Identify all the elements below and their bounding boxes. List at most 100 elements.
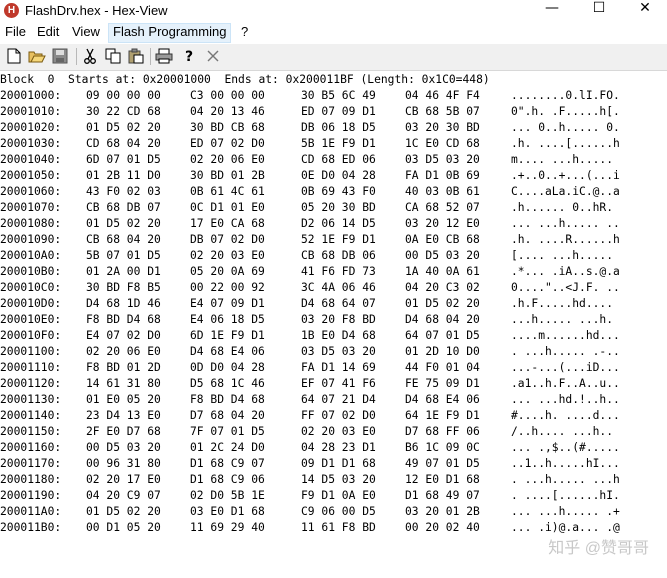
hex-row[interactable]: 20001100: 02 20 06 E0 D4 68 E4 06 03 D5 03 … xyxy=(0,344,667,360)
hex-group-1: 5B 07 01 D5 xyxy=(86,249,161,262)
hex-row[interactable]: 20001120: 14 61 31 80 D5 68 1C 46 EF 07 41 … xyxy=(0,376,667,392)
hex-group-4: 03 D5 03 20 xyxy=(405,153,480,166)
hex-group-3: 1B E0 D4 68 xyxy=(301,329,376,342)
hex-row[interactable]: 20001030: CD 68 04 20 ED 07 02 D0 5B 1E F9 … xyxy=(0,136,667,152)
hex-row[interactable]: 200010B0: 01 2A 00 D1 05 20 0A 69 41 F6 FD … xyxy=(0,264,667,280)
hex-group-1: 6D 07 01 D5 xyxy=(86,153,161,166)
hex-group-3: CD 68 ED 06 xyxy=(301,153,376,166)
hex-group-4: CA 68 52 07 xyxy=(405,201,480,214)
menu-edit[interactable]: Edit xyxy=(33,24,63,42)
menu-flash-programming[interactable]: Flash Programming xyxy=(108,23,232,43)
ascii-text: ... ...h..... .. xyxy=(511,217,620,230)
hex-group-2: 30 BD CB 68 xyxy=(190,121,265,134)
ascii-text: .h. ....[......h xyxy=(511,137,620,150)
hex-row[interactable]: 20001050: 01 2B 11 D0 30 BD 01 2B 0E D0 04 … xyxy=(0,168,667,184)
ascii-text: . ...h..... .-.. xyxy=(511,345,620,358)
close-button[interactable]: ✕ xyxy=(622,0,667,22)
hex-address: 20001080: xyxy=(0,217,62,230)
hex-row[interactable]: 200010C0: 30 BD F8 B5 00 22 00 92 3C 4A 06 … xyxy=(0,280,667,296)
help-icon[interactable]: ? xyxy=(180,47,198,65)
hex-group-4: 40 03 0B 61 xyxy=(405,185,480,198)
menu-view[interactable]: View xyxy=(68,24,104,42)
hex-group-2: D4 68 E4 06 xyxy=(190,345,265,358)
hex-group-2: F8 BD D4 68 xyxy=(190,393,265,406)
hex-row[interactable]: 20001140: 23 D4 13 E0 D7 68 04 20 FF 07 02 … xyxy=(0,408,667,424)
hex-group-2: D1 68 C9 06 xyxy=(190,473,265,486)
menu-bar: File Edit View Flash Programming ? xyxy=(0,23,667,43)
hex-row[interactable]: 20001010: 30 22 CD 68 04 20 13 46 ED 07 09 … xyxy=(0,104,667,120)
hex-group-3: DB 06 18 D5 xyxy=(301,121,376,134)
paste-icon[interactable] xyxy=(127,47,145,65)
hex-group-3: C9 06 00 D5 xyxy=(301,505,376,518)
new-file-icon[interactable] xyxy=(5,47,23,65)
hex-row[interactable]: 20001170: 00 96 31 80 D1 68 C9 07 09 D1 D1 … xyxy=(0,456,667,472)
hex-row[interactable]: 20001060: 43 F0 02 03 0B 61 4C 61 0B 69 43 … xyxy=(0,184,667,200)
close-x-icon[interactable] xyxy=(204,47,222,65)
hex-group-1: 00 D1 05 20 xyxy=(86,521,161,534)
hex-row[interactable]: 20001020: 01 D5 02 20 30 BD CB 68 DB 06 18 … xyxy=(0,120,667,136)
hex-group-1: E4 07 02 D0 xyxy=(86,329,161,342)
hex-row[interactable]: 20001110: F8 BD 01 2D 0D D0 04 28 FA D1 14 … xyxy=(0,360,667,376)
hex-address: 20001110: xyxy=(0,361,62,374)
hex-group-1: 09 00 00 00 xyxy=(86,89,161,102)
hex-group-1: 23 D4 13 E0 xyxy=(86,409,161,422)
hex-row[interactable]: 20001090: CB 68 04 20 DB 07 02 D0 52 1E F9 … xyxy=(0,232,667,248)
hex-address: 20001170: xyxy=(0,457,62,470)
minimize-button[interactable]: — xyxy=(529,0,575,22)
hex-group-3: 05 20 30 BD xyxy=(301,201,376,214)
menu-file[interactable]: File xyxy=(1,24,30,42)
maximize-button[interactable]: ☐ xyxy=(576,0,622,22)
hex-row[interactable]: 20001150: 2F E0 D7 68 7F 07 01 D5 02 20 03 … xyxy=(0,424,667,440)
hex-group-4: D7 68 FF 06 xyxy=(405,425,480,438)
hex-address: 20001100: xyxy=(0,345,62,358)
hex-group-3: 30 B5 6C 49 xyxy=(301,89,376,102)
hex-group-4: 00 D5 03 20 xyxy=(405,249,480,262)
hex-group-4: 03 20 01 2B xyxy=(405,505,480,518)
hex-row[interactable]: 20001000: 09 00 00 00 C3 00 00 00 30 B5 6C … xyxy=(0,88,667,104)
hex-row[interactable]: 200010F0: E4 07 02 D0 6D 1E F9 D1 1B E0 D4 … xyxy=(0,328,667,344)
hex-group-4: 49 07 01 D5 xyxy=(405,457,480,470)
ascii-text: .a1..h.F..A..u.. xyxy=(511,377,620,390)
hex-row[interactable]: 200010E0: F8 BD D4 68 E4 06 18 D5 03 20 F8 … xyxy=(0,312,667,328)
hex-row[interactable]: 200010A0: 5B 07 01 D5 02 20 03 E0 CB 68 DB … xyxy=(0,248,667,264)
print-icon[interactable] xyxy=(155,47,173,65)
save-disk-icon[interactable] xyxy=(51,47,69,65)
hex-address: 200010A0: xyxy=(0,249,62,262)
hex-row[interactable]: 20001180: 02 20 17 E0 D1 68 C9 06 14 D5 03 … xyxy=(0,472,667,488)
hex-group-1: CD 68 04 20 xyxy=(86,137,161,150)
hex-group-4: 00 20 02 40 xyxy=(405,521,480,534)
hex-address: 20001150: xyxy=(0,425,62,438)
hex-row[interactable]: 20001130: 01 E0 05 20 F8 BD D4 68 64 07 21 … xyxy=(0,392,667,408)
hex-address: 20001160: xyxy=(0,441,62,454)
menu-help[interactable]: ? xyxy=(237,24,252,42)
hex-group-1: 30 BD F8 B5 xyxy=(86,281,161,294)
copy-icon[interactable] xyxy=(104,47,122,65)
open-folder-icon[interactable] xyxy=(28,47,46,65)
hex-row[interactable]: 20001070: CB 68 DB 07 0C D1 01 E0 05 20 30 … xyxy=(0,200,667,216)
hex-group-4: FE 75 09 D1 xyxy=(405,377,480,390)
ascii-text: #....h. ....d... xyxy=(511,409,620,422)
hex-group-1: 01 D5 02 20 xyxy=(86,505,161,518)
hex-group-1: 01 D5 02 20 xyxy=(86,217,161,230)
hex-group-3: ED 07 09 D1 xyxy=(301,105,376,118)
cut-scissors-icon[interactable] xyxy=(81,47,99,65)
hex-address: 20001120: xyxy=(0,377,62,390)
hex-row[interactable]: 20001160: 00 D5 03 20 01 2C 24 D0 04 28 23 … xyxy=(0,440,667,456)
hex-group-1: D4 68 1D 46 xyxy=(86,297,161,310)
ascii-text: .h...... 0..hR. xyxy=(511,201,614,214)
hex-row[interactable]: 200011A0: 01 D5 02 20 03 E0 D1 68 C9 06 00 … xyxy=(0,504,667,520)
hex-group-4: 1C E0 CD 68 xyxy=(405,137,480,150)
hex-view[interactable]: Block 0 Starts at: 0x20001000 Ends at: 0… xyxy=(0,72,667,578)
hex-group-2: 30 BD 01 2B xyxy=(190,169,265,182)
hex-group-1: 02 20 06 E0 xyxy=(86,345,161,358)
hex-group-1: 01 E0 05 20 xyxy=(86,393,161,406)
hex-row[interactable]: 20001040: 6D 07 01 D5 02 20 06 E0 CD 68 ED … xyxy=(0,152,667,168)
hex-row[interactable]: 20001080: 01 D5 02 20 17 E0 CA 68 D2 06 14 … xyxy=(0,216,667,232)
ascii-text: ....m......hd... xyxy=(511,329,620,342)
ascii-text: 0".h. .F.....h[. xyxy=(511,105,620,118)
hex-row[interactable]: 20001190: 04 20 C9 07 02 D0 5B 1E F9 D1 0A … xyxy=(0,488,667,504)
hex-group-3: 09 D1 D1 68 xyxy=(301,457,376,470)
hex-group-3: 5B 1E F9 D1 xyxy=(301,137,376,150)
ascii-text: ...h..... ...h. xyxy=(511,313,620,326)
hex-row[interactable]: 200010D0: D4 68 1D 46 E4 07 09 D1 D4 68 64 … xyxy=(0,296,667,312)
